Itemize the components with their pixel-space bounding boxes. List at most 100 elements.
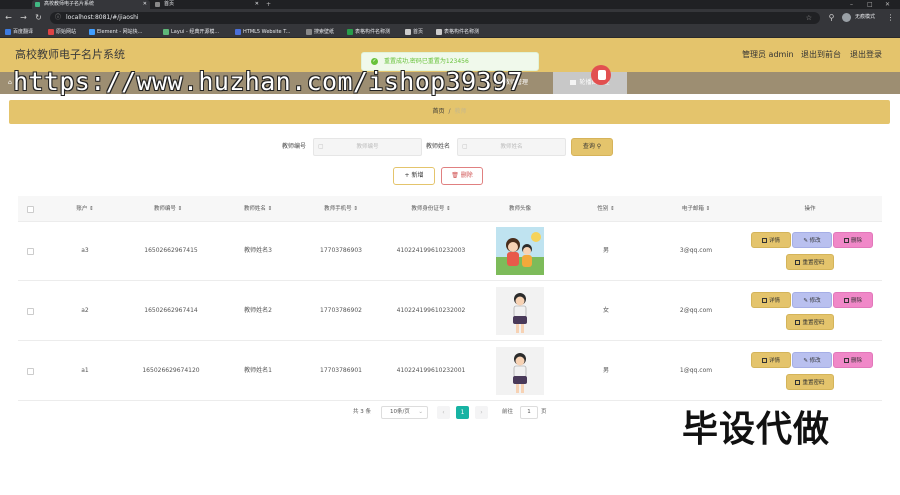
page-suffix: 页	[541, 409, 547, 415]
bookmark-item[interactable]: HTML5 Website T...	[235, 26, 290, 38]
bookmark-star-icon[interactable]: ☆	[806, 12, 812, 24]
query-button[interactable]: 查询 ⚲	[571, 138, 613, 156]
reset-password-button[interactable]: 重置密码	[786, 254, 834, 270]
minimize-icon[interactable]: –	[850, 0, 853, 9]
bookmark-icon	[89, 29, 95, 35]
page-size-select[interactable]: 10条/页 ⌄	[381, 406, 428, 419]
plus-icon: +	[404, 172, 410, 179]
window-close-icon[interactable]: ✕	[885, 0, 890, 9]
bookmark-icon	[5, 29, 11, 35]
url-text: localhost:8081/#/jiaoshi	[66, 14, 139, 21]
cell-account: a3	[81, 247, 89, 254]
prev-page-icon[interactable]: ‹	[437, 406, 450, 419]
cell-gender: 男	[602, 247, 610, 254]
delete-button[interactable]: 删除	[833, 352, 873, 368]
row-checkbox[interactable]	[27, 308, 34, 315]
bookmark-icon	[235, 29, 241, 35]
column-header[interactable]: 电子邮箱 ⇕	[682, 196, 710, 222]
teacher-avatar-image	[496, 227, 544, 275]
table-row: a3 16502662967415 教师姓名3 17703786903 4102…	[18, 222, 882, 281]
row-checkbox[interactable]	[27, 248, 34, 255]
profile-label: 无痕模式	[855, 14, 876, 20]
edit-button[interactable]: ✎ 修改	[792, 232, 832, 248]
close-icon[interactable]: ✕	[255, 0, 259, 9]
add-button[interactable]: + 新增	[393, 167, 435, 185]
back-icon[interactable]: ←	[3, 12, 14, 23]
detail-button[interactable]: 详情	[751, 292, 791, 308]
bookmark-item[interactable]: 表格构件名称测	[436, 26, 479, 38]
forward-icon[interactable]: →	[18, 12, 29, 23]
delete-button[interactable]: 删除	[833, 232, 873, 248]
cell-gender: 男	[602, 367, 610, 374]
bookmark-icon	[48, 29, 54, 35]
trash-icon	[843, 358, 849, 363]
teacher-name-input[interactable]: ▢ 教师姓名	[457, 138, 566, 156]
cell-name: 教师姓名1	[244, 367, 272, 374]
column-header[interactable]: 账户 ⇕	[76, 196, 93, 222]
bookmark-icon	[306, 29, 312, 35]
info-icon[interactable]: ⓘ	[55, 14, 61, 22]
delete-button[interactable]: 删除	[833, 292, 873, 308]
new-tab-icon[interactable]: +	[266, 0, 271, 9]
bookmark-item[interactable]: 百度翻译	[5, 26, 33, 38]
home-icon[interactable]: ⌂	[8, 72, 12, 94]
teacher-name-label: 教师姓名	[426, 143, 451, 150]
maximize-icon[interactable]: □	[867, 0, 873, 9]
chevron-down-icon: ⌄	[418, 409, 423, 415]
extensions-icon[interactable]: ⚲	[826, 12, 837, 23]
select-all-checkbox[interactable]	[27, 206, 34, 213]
vue-favicon-icon	[35, 2, 40, 7]
column-header[interactable]: 性别 ⇕	[597, 196, 614, 222]
bookmark-item[interactable]: 原始网站	[48, 26, 76, 38]
browser-tab[interactable]: 首页 ✕	[152, 0, 262, 9]
edit-button[interactable]: ✎ 修改	[792, 352, 832, 368]
cursor-highlight	[591, 65, 611, 85]
close-icon[interactable]: ✕	[143, 0, 147, 9]
page-number-current[interactable]: 1	[456, 406, 469, 419]
detail-button[interactable]: 详情	[751, 232, 791, 248]
row-checkbox[interactable]	[27, 368, 34, 375]
bookmark-item[interactable]: 表格构件名称测	[347, 26, 390, 38]
reset-icon	[795, 260, 801, 265]
goto-page-input[interactable]: 1	[520, 406, 538, 419]
edit-icon: ✎	[803, 358, 808, 364]
cell-phone: 17703786903	[320, 247, 362, 254]
column-header[interactable]: 教师身份证号 ⇕	[411, 196, 450, 222]
batch-delete-button[interactable]: 🗑 删除	[441, 167, 483, 185]
cell-id-card: 410224199610232002	[396, 307, 466, 314]
browser-tab-active[interactable]: 高校教师电子名片系统 ✕	[32, 0, 150, 9]
front-link[interactable]: 退出到前台	[801, 38, 841, 72]
detail-icon	[761, 358, 767, 363]
bookmark-item[interactable]: Element - 网站快...	[89, 26, 142, 38]
watermark: https://www.huzhan.com/ishop39397	[13, 67, 523, 96]
incognito-profile[interactable]: 无痕模式	[842, 12, 875, 23]
reset-password-button[interactable]: 重置密码	[786, 374, 834, 390]
bookmark-icon	[163, 29, 169, 35]
column-header[interactable]: 教师姓名 ⇕	[244, 196, 272, 222]
cell-email: 2@qq.com	[679, 307, 713, 314]
menu-item-carousel[interactable]: 轮播图管理	[553, 72, 627, 94]
bookmark-item[interactable]: 搜索壁纸	[306, 26, 334, 38]
reset-password-button[interactable]: 重置密码	[786, 314, 834, 330]
reload-icon[interactable]: ↻	[33, 12, 44, 23]
breadcrumb-home[interactable]: 首页	[432, 108, 444, 115]
address-bar[interactable]: ⓘ localhost:8081/#/jiaoshi ☆	[50, 12, 820, 24]
carousel-icon	[570, 80, 577, 85]
cell-phone: 17703786902	[320, 307, 362, 314]
logout-link[interactable]: 退出登录	[850, 38, 882, 72]
column-header[interactable]: 教师手机号 ⇕	[324, 196, 358, 222]
teacher-number-input[interactable]: ▢ 教师编号	[313, 138, 422, 156]
detail-button[interactable]: 详情	[751, 352, 791, 368]
goto-label: 前往	[502, 409, 514, 415]
cell-name: 教师姓名3	[244, 247, 272, 254]
column-header: 教师头像	[508, 206, 532, 212]
bookmark-item[interactable]: 首页	[405, 26, 423, 38]
detail-icon	[761, 238, 767, 243]
breadcrumb-current: 教师	[454, 108, 467, 115]
column-header[interactable]: 教师编号 ⇕	[154, 196, 182, 222]
bookmark-item[interactable]: Layui - 经典开源模...	[163, 26, 219, 38]
cell-gender: 女	[602, 307, 610, 314]
next-page-icon[interactable]: ›	[475, 406, 488, 419]
menu-dots-icon[interactable]: ⋮	[885, 12, 896, 23]
edit-button[interactable]: ✎ 修改	[792, 292, 832, 308]
